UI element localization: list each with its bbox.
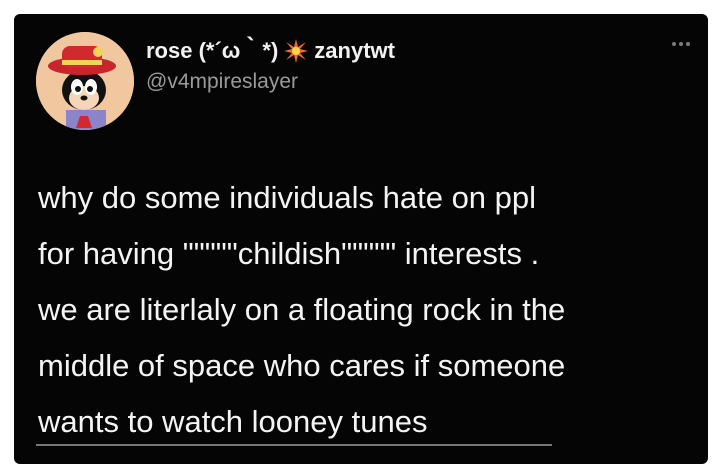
tweet-line: why do some individuals hate on ppl — [38, 180, 537, 215]
avatar-illustration — [36, 32, 134, 130]
user-handle[interactable]: @v4mpireslayer — [146, 68, 395, 96]
tweet-line: we are literlaly on a floating rock in t… — [38, 292, 566, 327]
more-dot — [686, 42, 690, 46]
more-dot — [672, 42, 676, 46]
avatar[interactable] — [36, 32, 134, 130]
tweet-line: for having """""childish""""" interests … — [38, 236, 540, 271]
tweet-line: wants to watch looney tunes — [38, 404, 428, 439]
more-dot — [679, 42, 683, 46]
tweet-text: why do some individuals hate on ppl for … — [38, 170, 698, 450]
text-underline — [36, 444, 552, 446]
collision-spark-icon — [284, 39, 309, 63]
badge-text: zanytwt — [314, 38, 395, 63]
name-row: rose (*´ω｀*) zanytwt — [146, 36, 395, 66]
tweet-header: rose (*´ω｀*) zanytwt @v4mpireslayer — [146, 36, 395, 96]
tweet-line: middle of space who cares if someone — [38, 348, 566, 383]
more-horizontal-icon[interactable] — [672, 42, 690, 46]
tweet-card: rose (*´ω｀*) zanytwt @v4mpireslayer why … — [14, 14, 708, 464]
display-name[interactable]: rose (*´ω｀*) — [146, 36, 278, 66]
